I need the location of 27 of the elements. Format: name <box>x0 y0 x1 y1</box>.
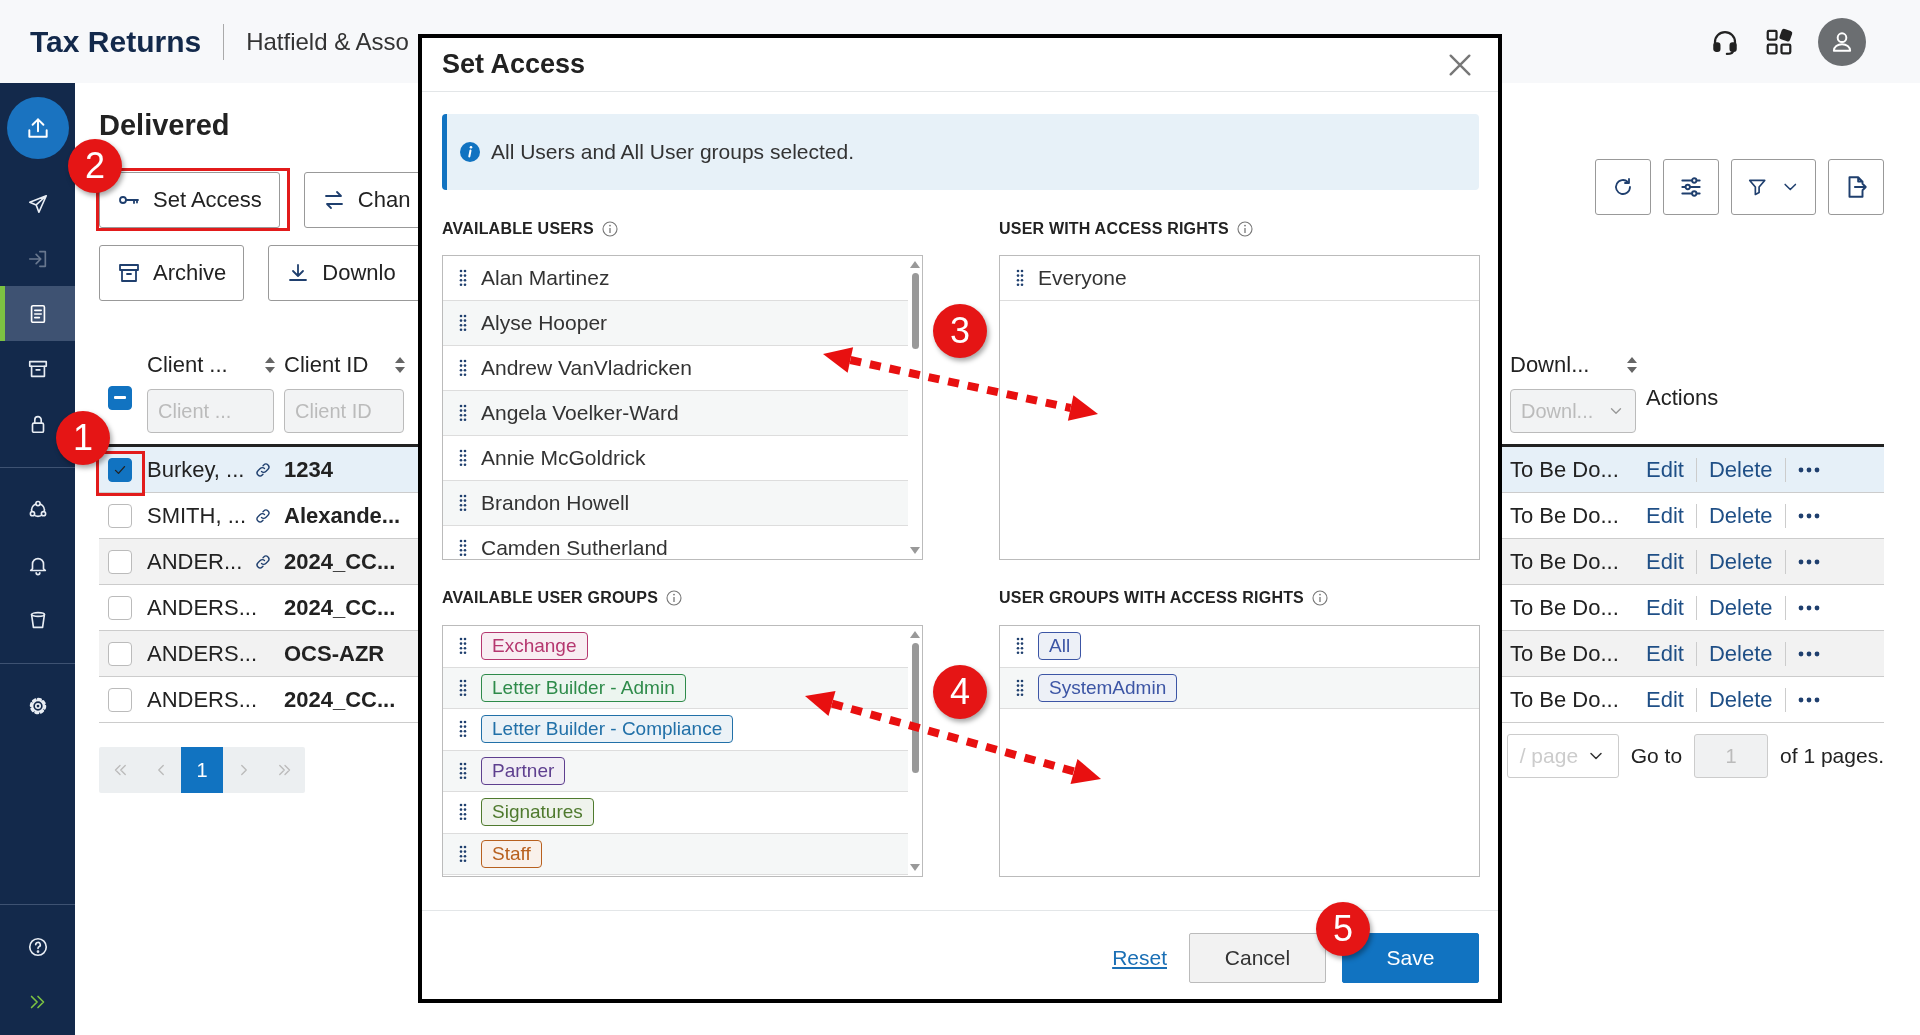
table-cell: To Be Do... <box>1510 686 1619 713</box>
table-cell: To Be Do... <box>1510 640 1619 667</box>
table-cell: ANDERS... <box>147 686 258 713</box>
go-to-label: Go to <box>1630 744 1683 768</box>
table-cell: To Be Do... <box>1510 594 1619 621</box>
table-cell: To Be Do... <box>1510 548 1619 575</box>
column-header: Actions <box>1646 384 1719 411</box>
table-cell: 2024_CC... <box>284 594 396 621</box>
table-cell: 2024_CC... <box>284 548 396 575</box>
table-cell: To Be Do... <box>1510 456 1619 483</box>
section-label: USER WITH ACCESS RIGHTS <box>999 220 1229 238</box>
page-count: of 1 pages. <box>1780 744 1884 768</box>
dialog-title: Set Access <box>442 49 586 80</box>
table-cell: ANDERS... <box>147 594 258 621</box>
table-cell: To Be Do... <box>1510 502 1619 529</box>
table-cell: OCS-AZR <box>284 640 385 667</box>
table-cell: Alexande... <box>284 502 401 529</box>
table-cell: ANDERS... <box>147 640 258 667</box>
section-label: USER GROUPS WITH ACCESS RIGHTS <box>999 589 1304 607</box>
section-label: AVAILABLE USER GROUPS <box>442 589 659 607</box>
table-cell: 1234 <box>284 456 333 483</box>
info-message: All Users and All User groups selected. <box>491 140 854 164</box>
table-cell: 2024_CC... <box>284 686 396 713</box>
table-cell: ANDER... <box>147 548 243 575</box>
table-cell: Burkey, ... <box>147 456 245 483</box>
app-title: Tax Returns <box>30 24 202 59</box>
table-cell: SMITH, ... <box>147 502 246 529</box>
